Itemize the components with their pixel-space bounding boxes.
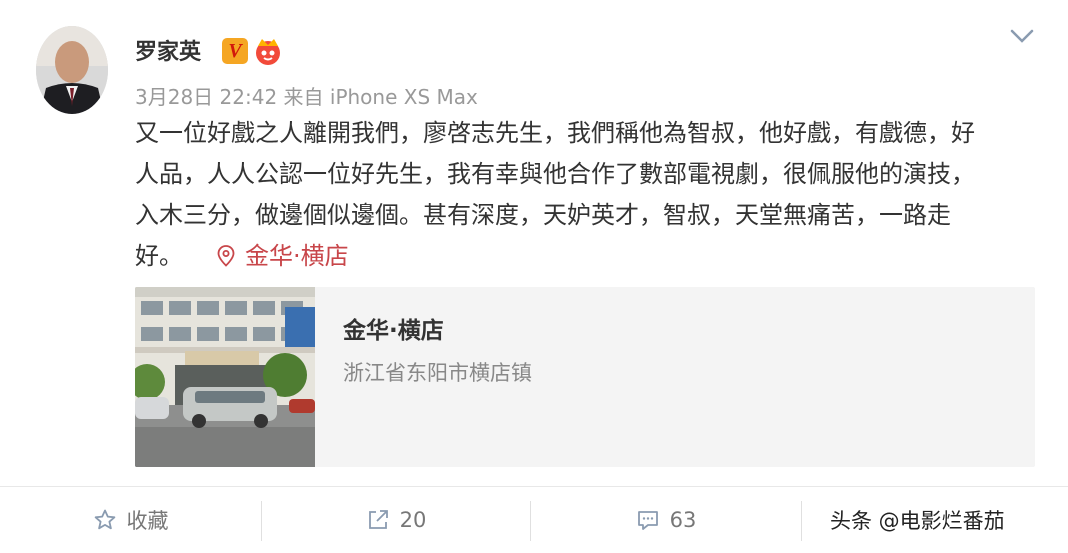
location-card[interactable]: 金华·横店 浙江省东阳市横店镇 — [135, 287, 1035, 467]
repost-count: 20 — [399, 508, 427, 532]
chevron-down-icon[interactable] — [1010, 28, 1034, 44]
location-pin-icon — [217, 245, 235, 267]
location-card-address: 浙江省东阳市横店镇 — [343, 361, 532, 385]
content-line: 入木三分，做邊個似邊個。甚有深度，天妒英才，智叔，天堂無痛苦，一路走 — [135, 201, 951, 229]
content-line: 又一位好戲之人離開我們，廖啓志先生，我們稱他為智叔，他好戲，有戲德，好 — [135, 119, 975, 147]
content-line: 人品，人人公認一位好先生，我有幸與他合作了數部電視劇，很佩服他的演技， — [135, 160, 975, 188]
comment-button[interactable]: 63 — [531, 487, 801, 553]
repost-icon — [368, 510, 388, 529]
repost-button[interactable]: 20 — [262, 487, 530, 553]
content-line-last: 好。 金华·横店 — [135, 236, 1035, 277]
author-name[interactable]: 罗家英 — [135, 34, 201, 66]
post-timestamp[interactable]: 3月28日 22:42 — [135, 85, 277, 109]
action-divider — [801, 501, 802, 541]
location-link-label: 金华·横店 — [245, 242, 349, 270]
crown-badge-icon[interactable] — [252, 36, 284, 66]
post-content: 又一位好戲之人離開我們，廖啓志先生，我們稱他為智叔，他好戲，有戲德，好 人品，人… — [135, 113, 1035, 277]
post-meta: 3月28日 22:42 来自 iPhone XS Max — [135, 81, 478, 110]
location-link[interactable]: 金华·横店 — [217, 242, 349, 270]
avatar[interactable] — [36, 26, 108, 114]
location-photo — [135, 287, 315, 467]
post-source: 来自 iPhone XS Max — [283, 85, 478, 109]
star-icon — [94, 509, 115, 530]
watermark: 头条 @电影烂番茄 — [830, 509, 1005, 533]
verified-v-icon: V — [222, 38, 248, 64]
comment-icon — [637, 511, 658, 530]
location-card-title: 金华·横店 — [343, 318, 444, 344]
favorite-label: 收藏 — [126, 509, 169, 533]
content-text: 好。 — [135, 242, 183, 270]
comment-count: 63 — [669, 508, 697, 532]
favorite-button[interactable]: 收藏 — [0, 487, 261, 553]
